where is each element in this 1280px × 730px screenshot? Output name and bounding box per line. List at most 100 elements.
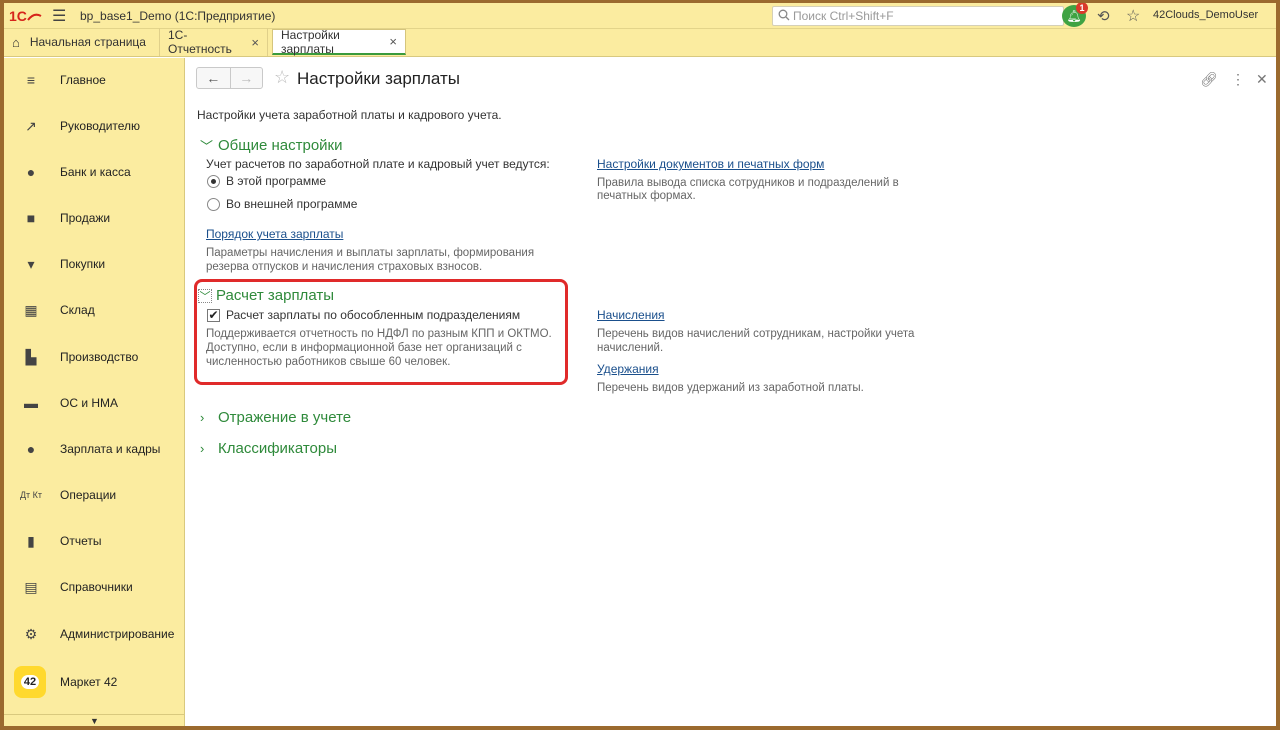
- books-icon: ▤: [24, 578, 38, 595]
- section-general-header[interactable]: ﹀ Общие настройки: [200, 136, 343, 155]
- section-classifiers-header[interactable]: › Классификаторы: [200, 440, 337, 457]
- docs-settings-note-2: печатных формах.: [597, 190, 696, 202]
- payroll-note-1: Поддерживается отчетность по НДФЛ по раз…: [206, 328, 552, 340]
- salary-order-note-1: Параметры начисления и выплаты зарплаты,…: [206, 247, 535, 259]
- sidebar-item-label: Покупки: [60, 257, 106, 271]
- deductions-note: Перечень видов удержаний из заработной п…: [597, 382, 864, 394]
- app-window: 1С ☰ bp_base1_Demo (1С:Предприятие) Поис…: [4, 3, 1276, 726]
- sidebar-item-label: Отчеты: [60, 534, 102, 548]
- back-arrow-icon[interactable]: ←: [197, 68, 230, 88]
- accruals-note-1: Перечень видов начислений сотрудникам, н…: [597, 328, 915, 340]
- page-description: Настройки учета заработной платы и кадро…: [197, 108, 502, 122]
- sidebar-item-bank[interactable]: ● Банк и касса: [4, 157, 185, 187]
- section-title: Расчет зарплаты: [216, 287, 334, 304]
- sidebar-expand-icon[interactable]: ▼: [4, 714, 185, 726]
- tab-label: Настройки зарплаты: [281, 27, 340, 56]
- sidebar-item-reports[interactable]: ▮ Отчеты: [4, 526, 185, 556]
- person-icon: ●: [26, 441, 36, 457]
- radio-label: Во внешней программе: [226, 197, 358, 211]
- history-icon[interactable]: ⟲: [1097, 7, 1110, 25]
- sidebar-item-label: Продажи: [60, 211, 111, 225]
- sidebar: ≡ Главное ↗ Руководителю ● Банк и касса …: [4, 58, 185, 726]
- salary-order-note-2: резерва отпусков и начисления страховых …: [206, 261, 483, 273]
- radio-label: В этой программе: [226, 174, 327, 188]
- checkmark-icon: ✔: [207, 308, 220, 322]
- truck-icon: ▬: [24, 395, 38, 411]
- gear-icon: ⚙: [24, 625, 38, 642]
- trend-icon: ↗: [25, 117, 37, 134]
- sidebar-item-label: Операции: [60, 488, 117, 502]
- notification-badge: 1: [1076, 3, 1088, 14]
- close-tab-icon[interactable]: ×: [389, 34, 397, 49]
- docs-settings-note-1: Правила вывода списка сотрудников и подр…: [597, 177, 899, 189]
- tab-label: Начальная страница: [29, 35, 146, 49]
- sidebar-item-label: Зарплата и кадры: [60, 442, 161, 456]
- cart-icon: ▾: [27, 255, 35, 272]
- accounting-question: Учет расчетов по заработной плате и кадр…: [206, 157, 550, 171]
- user-name[interactable]: 42Clouds_DemoUser: [1153, 9, 1258, 21]
- checkbox-label: Расчет зарплаты по обособленным подразде…: [226, 308, 521, 322]
- tab-label: 1С-Отчетность: [168, 28, 232, 56]
- sidebar-item-label: Администрирование: [60, 627, 175, 641]
- app-title: bp_base1_Demo (1С:Предприятие): [80, 8, 276, 23]
- tab-home[interactable]: ⌂ Начальная страница: [4, 28, 160, 56]
- nav-buttons: ← →: [196, 67, 263, 89]
- section-payroll-header[interactable]: ﹀ Расчет зарплаты: [198, 287, 334, 304]
- payroll-note-2: Доступно, если в информационной базе нет…: [206, 342, 522, 354]
- tab-1c-reporting[interactable]: 1С-Отчетность ×: [160, 28, 268, 56]
- sidebar-item-purchases[interactable]: ▾ Покупки: [4, 249, 185, 279]
- more-menu-icon[interactable]: ⋮: [1231, 71, 1245, 88]
- sidebar-item-directories[interactable]: ▤ Справочники: [4, 572, 185, 602]
- search-input[interactable]: Поиск Ctrl+Shift+F: [772, 6, 1064, 26]
- deductions-link[interactable]: Удержания: [597, 362, 659, 376]
- sidebar-item-admin[interactable]: ⚙ Администрирование: [4, 619, 185, 649]
- radio-this-program[interactable]: В этой программе: [207, 174, 326, 188]
- close-icon[interactable]: ✕: [1256, 71, 1268, 88]
- sidebar-item-label: Справочники: [60, 580, 133, 594]
- top-bar: 1С ☰ bp_base1_Demo (1С:Предприятие) Поис…: [4, 3, 1276, 29]
- sidebar-item-label: Производство: [60, 350, 139, 364]
- sidebar-item-manager[interactable]: ↗ Руководителю: [4, 111, 185, 141]
- svg-text:1С: 1С: [9, 8, 27, 24]
- operations-icon: Дт Кт: [19, 490, 43, 500]
- factory-icon: ▙: [25, 348, 37, 365]
- sidebar-item-warehouse[interactable]: ▦ Склад: [4, 295, 185, 325]
- favorite-star-icon[interactable]: ☆: [274, 67, 290, 88]
- sidebar-item-label: ОС и НМА: [60, 396, 119, 410]
- bar-chart-icon: ▮: [27, 532, 35, 549]
- separate-units-checkbox[interactable]: ✔ Расчет зарплаты по обособленным подраз…: [207, 308, 520, 322]
- docs-settings-link[interactable]: Настройки документов и печатных форм: [597, 157, 824, 171]
- sidebar-item-label: Главное: [60, 73, 106, 87]
- warehouse-icon: ▦: [24, 301, 38, 318]
- sidebar-item-salary[interactable]: ● Зарплата и кадры: [4, 434, 185, 464]
- sidebar-item-operations[interactable]: Дт Кт Операции: [4, 480, 185, 510]
- section-title: Общие настройки: [218, 137, 343, 154]
- chevron-down-icon: ﹀: [198, 288, 212, 303]
- salary-order-link[interactable]: Порядок учета зарплаты: [206, 227, 343, 241]
- close-tab-icon[interactable]: ×: [251, 35, 259, 50]
- sidebar-item-market[interactable]: . Маркет 42: [4, 667, 185, 697]
- link-icon[interactable]: 🔗︎: [1200, 71, 1218, 88]
- payroll-note-3: численностью работников свыше 60 человек…: [206, 356, 451, 368]
- forward-arrow-icon[interactable]: →: [229, 68, 263, 88]
- main-content: ← → ☆ Настройки зарплаты 🔗︎ ⋮ ✕ Настройк…: [186, 58, 1276, 726]
- chevron-right-icon: ›: [200, 410, 205, 425]
- tab-bar: ⌂ Начальная страница 1С-Отчетность × Нас…: [4, 27, 1276, 57]
- radio-external-program[interactable]: Во внешней программе: [207, 197, 357, 211]
- sidebar-item-production[interactable]: ▙ Производство: [4, 342, 185, 372]
- section-accounting-header[interactable]: › Отражение в учете: [200, 409, 351, 426]
- accruals-link[interactable]: Начисления: [597, 308, 665, 322]
- accruals-note-2: начислений.: [597, 342, 664, 354]
- sidebar-item-sales[interactable]: ■ Продажи: [4, 203, 185, 233]
- favorites-star-icon[interactable]: ☆: [1126, 6, 1140, 26]
- sidebar-item-assets[interactable]: ▬ ОС и НМА: [4, 388, 185, 418]
- tab-salary-settings[interactable]: Настройки зарплаты ×: [272, 27, 406, 56]
- sidebar-item-label: Банк и касса: [60, 165, 131, 179]
- notifications-button[interactable]: 🔔︎ 1: [1062, 3, 1088, 27]
- section-title: Отражение в учете: [218, 409, 352, 426]
- main-menu-icon[interactable]: ☰: [52, 6, 74, 26]
- sidebar-item-main[interactable]: ≡ Главное: [4, 65, 185, 95]
- radio-indicator: [207, 174, 220, 188]
- radio-indicator: [207, 197, 220, 211]
- coin-icon: ●: [26, 164, 36, 180]
